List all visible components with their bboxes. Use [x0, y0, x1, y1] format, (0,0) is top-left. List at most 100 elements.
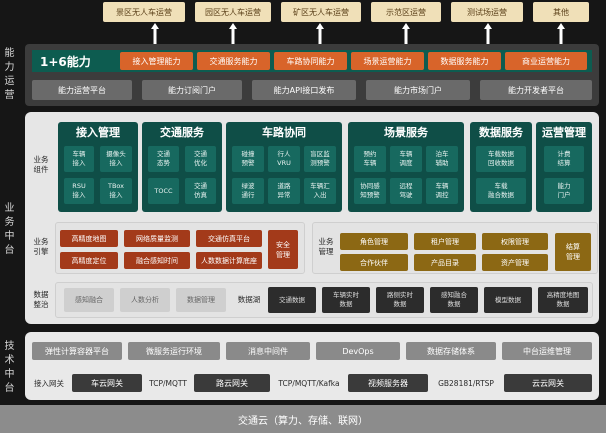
capability-access[interactable]: 接入管理能力: [120, 52, 193, 70]
label-data-governance: 数据 整治: [33, 290, 49, 309]
cell-vehicle-fusion-data[interactable]: 车载 融合数据: [476, 178, 526, 204]
cell-pedestrian-vru[interactable]: 行人 VRU: [268, 146, 300, 172]
mgmt-catalog[interactable]: 产品目录: [414, 254, 476, 271]
scenario-scenic[interactable]: 景区无人车运营: [103, 2, 185, 22]
scenario-park[interactable]: 园区无人车运营: [195, 2, 271, 22]
lake-vehicle-realtime[interactable]: 车辆实时 数据: [322, 287, 370, 313]
cell-tbox-access[interactable]: TBox 接入: [100, 178, 132, 204]
data-lake-label: 数据湖: [237, 295, 261, 304]
mgmt-permissions[interactable]: 权限管理: [482, 233, 548, 250]
engine-network-monitor[interactable]: 网络质量监测: [124, 230, 190, 247]
lake-traffic-data[interactable]: 交通数据: [268, 287, 316, 313]
up-arrow-icon: [402, 23, 410, 45]
data-management[interactable]: 数据管理: [176, 288, 226, 312]
scenario-mine[interactable]: 矿区无人车运营: [281, 2, 361, 22]
capability-data[interactable]: 数据服务能力: [428, 52, 501, 70]
cell-road-anomaly[interactable]: 道路 异常: [268, 178, 300, 204]
mgmt-settlement[interactable]: 结算 管理: [555, 233, 591, 271]
engine-traffic-sim[interactable]: 交通仿真平台: [196, 230, 262, 247]
traffic-cloud: 交通云（算力、存储、联网）: [0, 405, 606, 433]
data-analysis[interactable]: 人数分析: [120, 288, 170, 312]
capability-commerce[interactable]: 商业运营能力: [505, 52, 587, 70]
capability-traffic[interactable]: 交通服务能力: [197, 52, 270, 70]
group-access-title: 接入管理: [76, 126, 120, 139]
cell-collision-warning[interactable]: 碰撞 预警: [232, 146, 264, 172]
scenario-other[interactable]: 其他: [533, 2, 589, 22]
gateway-road-cloud[interactable]: 路云网关: [194, 374, 270, 392]
engine-hd-map[interactable]: 高精度地图: [60, 230, 118, 247]
label-management: 业务 管理: [318, 237, 334, 256]
up-arrow-icon: [316, 23, 324, 45]
tech-elastic-compute[interactable]: 弹性计算容器平台: [32, 342, 122, 360]
side-label-tech: 技术中台: [4, 341, 15, 394]
engine-security[interactable]: 安全 管理: [268, 230, 298, 269]
platform-api[interactable]: 能力API接口发布: [252, 80, 356, 100]
tech-ops-mgmt[interactable]: 中台运维管理: [502, 342, 592, 360]
platform-market[interactable]: 能力市场门户: [366, 80, 470, 100]
cell-parking-assist[interactable]: 泊车 辅助: [426, 146, 458, 172]
cell-reserve-vehicle[interactable]: 预约 车辆: [354, 146, 386, 172]
group-v2x-title: 车路协同: [262, 126, 306, 139]
up-arrow-icon: [557, 23, 565, 45]
cell-vehicle-data-recovery[interactable]: 车载数据 回收数据: [476, 146, 526, 172]
tech-storage[interactable]: 数据存储体系: [406, 342, 496, 360]
mgmt-assets[interactable]: 资产管理: [482, 254, 548, 271]
cell-vehicle-access[interactable]: 车辆 接入: [64, 146, 94, 172]
engine-hd-positioning[interactable]: 高精度定位: [60, 252, 118, 269]
mgmt-partners[interactable]: 合作伙伴: [340, 254, 408, 271]
lake-fusion-data[interactable]: 感知融合 数据: [430, 287, 478, 313]
gateway-cloud-cloud[interactable]: 云云网关: [504, 374, 592, 392]
cell-camera-access[interactable]: 摄像头 接入: [100, 146, 132, 172]
capability-v2x[interactable]: 车路协同能力: [274, 52, 347, 70]
tech-microservice[interactable]: 微服务运行环境: [128, 342, 220, 360]
mgmt-roles[interactable]: 角色管理: [340, 233, 408, 250]
group-operation-title: 运营管理: [542, 126, 586, 139]
cell-vehicle-dispatch[interactable]: 车辆 调度: [390, 146, 422, 172]
group-data-title: 数据服务: [479, 126, 523, 139]
cell-capability-portal[interactable]: 能力 门户: [544, 178, 584, 204]
lake-roadside-realtime[interactable]: 路侧实时 数据: [376, 287, 424, 313]
cell-tocc[interactable]: TOCC: [148, 178, 179, 204]
cell-cooperative-perception[interactable]: 协同感 知预警: [354, 178, 386, 204]
lake-model-data[interactable]: 模型数据: [484, 287, 532, 313]
gateway-label: 接入网关: [34, 378, 64, 388]
label-engine: 业务 引擎: [33, 237, 49, 256]
label-components: 业务 组件: [33, 155, 49, 174]
platform-subscribe[interactable]: 能力订阅门户: [142, 80, 242, 100]
protocol-gb28181: GB28181/RTSP: [438, 378, 494, 388]
cell-rsu-access[interactable]: RSU 接入: [64, 178, 94, 204]
side-label-capability: 能力运营: [4, 48, 15, 101]
scenario-demo[interactable]: 示范区运营: [371, 2, 441, 22]
protocol-tcp-mqtt-kafka: TCP/MQTT/Kafka: [278, 378, 340, 388]
gateway-vehicle-cloud[interactable]: 车云网关: [72, 374, 142, 392]
scenario-test[interactable]: 测试场运营: [451, 2, 523, 22]
capability-title: 1+6能力: [32, 50, 112, 72]
tech-devops[interactable]: DevOps: [316, 342, 400, 360]
engine-fusion-time[interactable]: 融合感知时间: [124, 252, 190, 269]
capability-scene[interactable]: 场景运营能力: [351, 52, 424, 70]
cell-traffic-optimize[interactable]: 交通 优化: [185, 146, 216, 172]
up-arrow-icon: [229, 23, 237, 45]
platform-developer[interactable]: 能力开发者平台: [480, 80, 592, 100]
cell-green-wave[interactable]: 绿波 通行: [232, 178, 264, 204]
up-arrow-icon: [151, 23, 159, 45]
cell-traffic-status[interactable]: 交通 态势: [148, 146, 179, 172]
cell-traffic-sim[interactable]: 交通 仿真: [185, 178, 216, 204]
protocol-tcp-mqtt: TCP/MQTT: [149, 378, 187, 388]
cell-remote-driving[interactable]: 远程 驾驶: [390, 178, 422, 204]
lake-hd-map-data[interactable]: 高精度地图 数据: [538, 287, 588, 313]
cell-blindspot[interactable]: 盲区监 测预警: [304, 146, 336, 172]
cell-vehicle-control[interactable]: 车辆 调控: [426, 178, 458, 204]
up-arrow-icon: [484, 23, 492, 45]
side-label-business: 业务中台: [4, 203, 15, 256]
group-scene-title: 场景服务: [384, 126, 428, 139]
mgmt-tenants[interactable]: 租户管理: [414, 233, 476, 250]
gateway-video-server[interactable]: 视频服务器: [348, 374, 428, 392]
tech-messaging[interactable]: 消息中间件: [226, 342, 310, 360]
cell-vehicle-merge[interactable]: 车辆汇 入出: [304, 178, 336, 204]
engine-compute-base[interactable]: 人数数据计算底座: [196, 252, 262, 269]
group-traffic-title: 交通服务: [160, 126, 204, 139]
platform-ops[interactable]: 能力运营平台: [32, 80, 132, 100]
data-perception-fusion[interactable]: 感知融合: [64, 288, 114, 312]
cell-billing[interactable]: 计费 结算: [544, 146, 584, 172]
